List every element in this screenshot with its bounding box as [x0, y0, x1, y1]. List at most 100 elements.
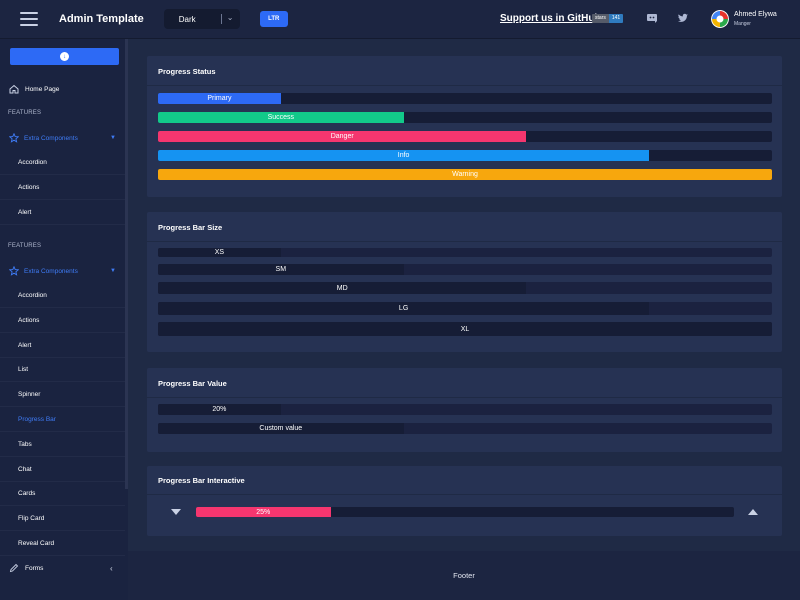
sidebar-item-label: List [18, 366, 29, 374]
progress-size-card: Progress Bar Size XS SM MD LG XL [147, 212, 782, 352]
pencil-icon [9, 563, 19, 573]
sidebar-item-actions[interactable]: Actions [0, 176, 125, 200]
sidebar: ↓ Home Page FEATURES Extra Components ▼ … [0, 39, 128, 600]
progress-size-xs-fill: XS [158, 248, 281, 257]
triangle-up-icon [748, 508, 758, 515]
sidebar-item-label: Spinner [18, 391, 41, 399]
progress-warning-track: Warning [158, 169, 772, 180]
card-title: Progress Status [158, 67, 216, 76]
sidebar-item-label: Alert [18, 208, 32, 216]
sidebar-item-flip-card[interactable]: Flip Card [0, 507, 125, 532]
progress-primary-fill: Primary [158, 93, 281, 104]
sidebar-item-alert[interactable]: Alert [0, 334, 125, 358]
menu-icon[interactable] [20, 12, 38, 26]
card-title: Progress Bar Interactive [158, 476, 245, 485]
sidebar-item-label: Progress Bar [18, 416, 56, 423]
app-title: Admin Template [59, 13, 144, 25]
progress-info-fill: Info [158, 150, 650, 161]
sidebar-item-cards[interactable]: Cards [0, 482, 125, 507]
caret-down-icon: ▼ [110, 135, 116, 141]
home-icon [9, 84, 19, 94]
sidebar-item-spinner[interactable]: Spinner [0, 383, 125, 408]
github-support-link[interactable]: Support us in GitHub [500, 13, 601, 24]
interactive-progress-track[interactable]: 25% [196, 507, 734, 517]
sidebar-group-extra-components[interactable]: Extra Components ▼ [0, 259, 125, 283]
sidebar-item-alert[interactable]: Alert [0, 201, 125, 225]
sidebar-group-label: Extra Components [24, 267, 78, 275]
increase-button[interactable] [747, 507, 759, 517]
star-icon [9, 133, 19, 143]
star-icon [9, 266, 19, 276]
sidebar-item-label: Flip Card [18, 515, 45, 523]
sidebar-section-title: FEATURES [8, 243, 42, 249]
progress-value-track: Custom value [158, 423, 772, 434]
progress-size-sm-fill: SM [158, 264, 404, 275]
card-divider [147, 494, 782, 495]
user-role: Manger [734, 21, 751, 27]
discord-icon[interactable] [646, 12, 658, 24]
progress-value-fill: 20% [158, 404, 281, 415]
stars-label: stars [592, 14, 609, 23]
progress-danger-track: Danger [158, 131, 772, 142]
sidebar-item-accordion[interactable]: Accordion [0, 284, 125, 308]
progress-size-md-fill: MD [158, 282, 527, 294]
progress-size-xl-fill: XL [158, 322, 772, 336]
card-divider [147, 397, 782, 398]
triangle-down-icon [171, 508, 181, 515]
sidebar-item-forms[interactable]: Forms ‹ [0, 559, 128, 577]
sidebar-item-tabs[interactable]: Tabs [0, 433, 125, 457]
theme-select[interactable]: Dark ⌄ [163, 9, 240, 29]
sidebar-item-reveal-card[interactable]: Reveal Card [0, 532, 125, 556]
sidebar-item-label: Chat [18, 465, 32, 473]
sidebar-item-label: Alert [18, 341, 32, 349]
decrease-button[interactable] [170, 507, 182, 517]
sidebar-item-label: Cards [18, 490, 36, 498]
progress-size-sm-track: SM [158, 264, 772, 275]
sidebar-item-accordion[interactable]: Accordion [0, 151, 125, 175]
sidebar-group-extra-components[interactable]: Extra Components ▼ [0, 126, 125, 150]
progress-value-card: Progress Bar Value 20% Custom value [147, 368, 782, 452]
progress-size-xl-track: XL [158, 322, 772, 336]
twitter-icon[interactable] [677, 12, 689, 24]
avatar[interactable] [711, 10, 729, 28]
card-title: Progress Bar Size [158, 223, 223, 232]
progress-status-card: Progress Status Primary Success Danger Info… [147, 56, 782, 197]
github-stars-badge[interactable]: stars 141 [592, 14, 624, 23]
download-button[interactable]: ↓ [10, 48, 119, 65]
sidebar-item-label: Accordion [18, 292, 47, 299]
sidebar-scrollbar[interactable] [125, 39, 128, 489]
card-divider [147, 241, 782, 242]
progress-size-lg-track: LG [158, 302, 772, 315]
progress-interactive-card: Progress Bar Interactive 25% [147, 466, 782, 536]
card-divider [147, 85, 782, 86]
chevron-left-icon: ‹ [110, 563, 113, 573]
sidebar-item-chat[interactable]: Chat [0, 458, 125, 482]
sidebar-item-label: Home Page [25, 85, 60, 93]
interactive-progress-fill: 25% [196, 507, 331, 517]
sidebar-item-progress-bar[interactable]: Progress Bar [0, 408, 125, 432]
sidebar-item-label: Actions [18, 316, 40, 324]
progress-size-lg-fill: LG [158, 302, 650, 315]
progress-success-fill: Success [158, 112, 404, 123]
card-title: Progress Bar Value [158, 379, 227, 388]
user-name: Ahmed Elywa [734, 11, 777, 18]
select-separator [220, 14, 222, 24]
direction-button[interactable]: LTR [259, 11, 288, 27]
sidebar-group-label: Extra Components [24, 134, 78, 142]
sidebar-item-label: Tabs [18, 440, 32, 448]
progress-size-xs-track: XS [158, 248, 772, 257]
chevron-down-icon: ⌄ [226, 13, 234, 22]
sidebar-item-label: Forms [25, 564, 44, 572]
progress-value-track: 20% [158, 404, 772, 415]
caret-down-icon: ▼ [110, 268, 116, 274]
progress-success-track: Success [158, 112, 772, 123]
sidebar-item-list[interactable]: List [0, 358, 125, 383]
sidebar-item-label: Reveal Card [18, 540, 55, 547]
progress-warning-fill: Warning [158, 169, 772, 180]
progress-value-fill: Custom value [158, 423, 404, 434]
sidebar-item-actions[interactable]: Actions [0, 309, 125, 333]
stars-count: 141 [608, 14, 624, 23]
sidebar-item-label: Actions [18, 183, 40, 191]
sidebar-item-home[interactable]: Home Page [0, 77, 125, 101]
theme-select-value: Dark [178, 14, 196, 24]
